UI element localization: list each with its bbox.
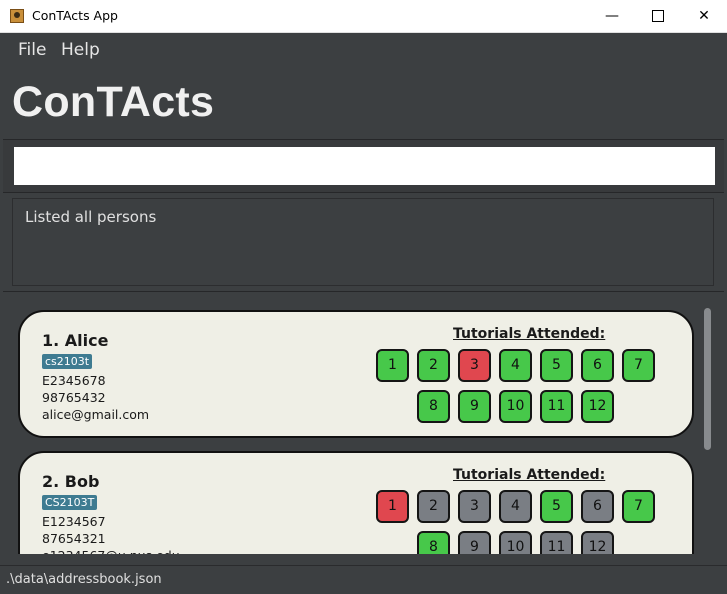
tutorial-box: 4 [499,490,532,523]
tutorial-box: 3 [458,349,491,382]
tutorial-box: 12 [581,390,614,423]
window-title: ConTActs App [32,8,118,23]
tutorial-box: 6 [581,490,614,523]
menu-bar: File Help [0,33,727,69]
window-titlebar: ConTActs App — ✕ [0,0,727,33]
data-file-path: .\data\addressbook.json [6,572,162,587]
tutorial-box: 8 [417,390,450,423]
person-name: 1. Alice [42,331,109,350]
person-tag: CS2103T [42,495,98,510]
app-icon [10,9,24,23]
divider [3,291,724,292]
command-input[interactable] [14,147,715,185]
person-phone: 87654321 [42,531,106,546]
divider [3,192,724,193]
tutorial-box: 7 [622,349,655,382]
maximize-icon [652,10,664,22]
tutorial-box: 7 [622,490,655,523]
tutorial-box: 10 [499,390,532,423]
tutorial-box: 6 [581,349,614,382]
person-phone: 98765432 [42,390,106,405]
menu-file[interactable]: File [18,40,46,60]
tutorial-box: 3 [458,490,491,523]
person-student-id: E1234567 [42,514,106,529]
app-heading: ConTActs [12,78,215,126]
person-email: alice@gmail.com [42,407,150,422]
close-button[interactable]: ✕ [681,0,727,33]
tutorial-box: 2 [417,349,450,382]
tutorial-box: 1 [376,490,409,523]
status-bar: .\data\addressbook.json [0,565,727,594]
result-display: Listed all persons [12,198,714,286]
result-message: Listed all persons [25,208,157,226]
menu-help[interactable]: Help [61,40,100,60]
tutorial-box: 2 [417,490,450,523]
tutorial-box: 11 [540,390,573,423]
list-bottom-edge [3,554,724,565]
person-name: 2. Bob [42,472,100,491]
tutorial-box: 1 [376,349,409,382]
tutorials-title: Tutorials Attended: [453,467,606,483]
tutorial-box: 9 [458,390,491,423]
command-box [3,140,724,192]
tutorial-box: 4 [499,349,532,382]
person-student-id: E2345678 [42,373,106,388]
person-card[interactable]: 1. Alice cs2103t E2345678 98765432 alice… [18,310,694,438]
tutorial-box: 5 [540,490,573,523]
person-tag: cs2103t [42,354,93,369]
maximize-button[interactable] [635,0,681,33]
tutorial-box: 5 [540,349,573,382]
tutorials-title: Tutorials Attended: [453,326,606,342]
list-scrollbar[interactable] [704,308,711,450]
minimize-button[interactable]: — [589,0,635,33]
